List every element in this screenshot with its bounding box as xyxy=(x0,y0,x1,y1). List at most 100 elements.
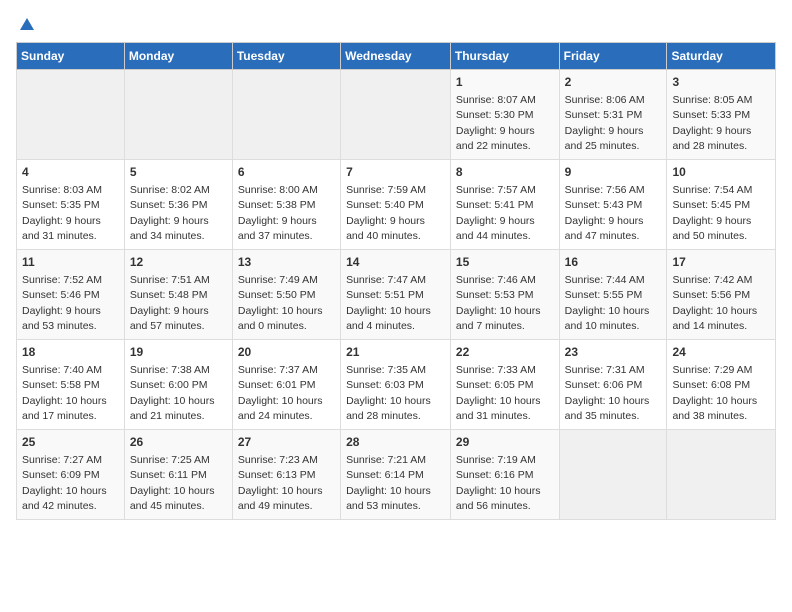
day-number: 2 xyxy=(565,74,662,91)
day-cell: 1Sunrise: 8:07 AM Sunset: 5:30 PM Daylig… xyxy=(450,70,559,160)
day-cell: 24 Sunrise: 7:29 AM Sunset: 6:08 PM Dayli… xyxy=(667,340,776,430)
day-cell xyxy=(17,70,125,160)
day-cell: 7 Sunrise: 7:59 AM Sunset: 5:40 PM Daylig… xyxy=(341,160,451,250)
day-number: 25 xyxy=(22,434,119,451)
page-header xyxy=(16,16,776,34)
day-cell: 10Sunrise: 7:54 AM Sunset: 5:45 PM Dayli… xyxy=(667,160,776,250)
day-cell: 21 Sunrise: 7:35 AM Sunset: 6:03 PM Dayli… xyxy=(341,340,451,430)
calendar-table: SundayMondayTuesdayWednesdayThursdayFrid… xyxy=(16,42,776,520)
day-info: Sunrise: 7:29 AM Sunset: 6:08 PM Dayligh… xyxy=(672,364,757,422)
day-number: 17 xyxy=(672,254,770,271)
day-cell xyxy=(667,430,776,520)
day-number: 18 xyxy=(22,344,119,361)
day-cell: 9 Sunrise: 7:56 AM Sunset: 5:43 PM Daylig… xyxy=(559,160,667,250)
day-info: Sunrise: 7:31 AM Sunset: 6:06 PM Dayligh… xyxy=(565,364,650,422)
day-cell xyxy=(124,70,232,160)
day-number: 13 xyxy=(238,254,335,271)
day-number: 11 xyxy=(22,254,119,271)
day-info: Sunrise: 7:40 AM Sunset: 5:58 PM Dayligh… xyxy=(22,364,107,422)
day-info: Sunrise: 7:42 AM Sunset: 5:56 PM Dayligh… xyxy=(672,274,757,332)
day-cell: 13 Sunrise: 7:49 AM Sunset: 5:50 PM Dayli… xyxy=(232,250,340,340)
day-number: 4 xyxy=(22,164,119,181)
day-number: 15 xyxy=(456,254,554,271)
week-row-4: 18 Sunrise: 7:40 AM Sunset: 5:58 PM Dayli… xyxy=(17,340,776,430)
day-info: Sunrise: 7:49 AM Sunset: 5:50 PM Dayligh… xyxy=(238,274,323,332)
day-number: 12 xyxy=(130,254,227,271)
week-row-5: 25Sunrise: 7:27 AM Sunset: 6:09 PM Dayli… xyxy=(17,430,776,520)
day-info: Sunrise: 8:03 AM Sunset: 5:35 PM Dayligh… xyxy=(22,184,102,242)
day-cell: 18 Sunrise: 7:40 AM Sunset: 5:58 PM Dayli… xyxy=(17,340,125,430)
day-info: Sunrise: 7:52 AM Sunset: 5:46 PM Dayligh… xyxy=(22,274,102,332)
day-info: Sunrise: 7:46 AM Sunset: 5:53 PM Dayligh… xyxy=(456,274,541,332)
day-cell: 16 Sunrise: 7:44 AM Sunset: 5:55 PM Dayli… xyxy=(559,250,667,340)
day-cell: 3 Sunrise: 8:05 AM Sunset: 5:33 PM Daylig… xyxy=(667,70,776,160)
day-info: Sunrise: 7:37 AM Sunset: 6:01 PM Dayligh… xyxy=(238,364,323,422)
day-info: Sunrise: 7:25 AM Sunset: 6:11 PM Dayligh… xyxy=(130,454,215,512)
day-info: Sunrise: 7:23 AM Sunset: 6:13 PM Dayligh… xyxy=(238,454,323,512)
day-number: 14 xyxy=(346,254,445,271)
day-cell: 26 Sunrise: 7:25 AM Sunset: 6:11 PM Dayli… xyxy=(124,430,232,520)
day-cell: 25Sunrise: 7:27 AM Sunset: 6:09 PM Dayli… xyxy=(17,430,125,520)
day-cell: 20 Sunrise: 7:37 AM Sunset: 6:01 PM Dayli… xyxy=(232,340,340,430)
day-number: 3 xyxy=(672,74,770,91)
column-header-thursday: Thursday xyxy=(450,43,559,70)
day-cell: 4 Sunrise: 8:03 AM Sunset: 5:35 PM Daylig… xyxy=(17,160,125,250)
day-number: 19 xyxy=(130,344,227,361)
week-row-3: 11 Sunrise: 7:52 AM Sunset: 5:46 PM Dayli… xyxy=(17,250,776,340)
day-cell: 15 Sunrise: 7:46 AM Sunset: 5:53 PM Dayli… xyxy=(450,250,559,340)
day-cell xyxy=(559,430,667,520)
week-row-2: 4 Sunrise: 8:03 AM Sunset: 5:35 PM Daylig… xyxy=(17,160,776,250)
column-header-wednesday: Wednesday xyxy=(341,43,451,70)
day-cell: 22 Sunrise: 7:33 AM Sunset: 6:05 PM Dayli… xyxy=(450,340,559,430)
day-number: 26 xyxy=(130,434,227,451)
day-cell: 5 Sunrise: 8:02 AM Sunset: 5:36 PM Daylig… xyxy=(124,160,232,250)
day-number: 7 xyxy=(346,164,445,181)
day-number: 1 xyxy=(456,74,554,91)
day-info: Sunrise: 7:33 AM Sunset: 6:05 PM Dayligh… xyxy=(456,364,541,422)
day-info: Sunrise: 7:44 AM Sunset: 5:55 PM Dayligh… xyxy=(565,274,650,332)
day-number: 20 xyxy=(238,344,335,361)
header-row: SundayMondayTuesdayWednesdayThursdayFrid… xyxy=(17,43,776,70)
day-info: Sunrise: 7:35 AM Sunset: 6:03 PM Dayligh… xyxy=(346,364,431,422)
day-info: Sunrise: 7:57 AM Sunset: 5:41 PM Dayligh… xyxy=(456,184,536,242)
day-cell: 23 Sunrise: 7:31 AM Sunset: 6:06 PM Dayli… xyxy=(559,340,667,430)
day-info: Sunrise: 7:19 AM Sunset: 6:16 PM Dayligh… xyxy=(456,454,541,512)
column-header-monday: Monday xyxy=(124,43,232,70)
day-cell: 2 Sunrise: 8:06 AM Sunset: 5:31 PM Daylig… xyxy=(559,70,667,160)
day-number: 24 xyxy=(672,344,770,361)
day-info: Sunrise: 8:05 AM Sunset: 5:33 PM Dayligh… xyxy=(672,94,752,152)
day-info: Sunrise: 7:38 AM Sunset: 6:00 PM Dayligh… xyxy=(130,364,215,422)
day-info: Sunrise: 7:59 AM Sunset: 5:40 PM Dayligh… xyxy=(346,184,426,242)
day-number: 16 xyxy=(565,254,662,271)
day-info: Sunrise: 7:47 AM Sunset: 5:51 PM Dayligh… xyxy=(346,274,431,332)
day-number: 5 xyxy=(130,164,227,181)
day-cell: 29 Sunrise: 7:19 AM Sunset: 6:16 PM Dayli… xyxy=(450,430,559,520)
day-number: 8 xyxy=(456,164,554,181)
day-number: 28 xyxy=(346,434,445,451)
column-header-sunday: Sunday xyxy=(17,43,125,70)
day-number: 21 xyxy=(346,344,445,361)
day-info: Sunrise: 8:00 AM Sunset: 5:38 PM Dayligh… xyxy=(238,184,318,242)
day-number: 23 xyxy=(565,344,662,361)
day-info: Sunrise: 7:56 AM Sunset: 5:43 PM Dayligh… xyxy=(565,184,645,242)
day-number: 10 xyxy=(672,164,770,181)
logo xyxy=(16,16,36,34)
day-info: Sunrise: 7:21 AM Sunset: 6:14 PM Dayligh… xyxy=(346,454,431,512)
column-header-tuesday: Tuesday xyxy=(232,43,340,70)
day-info: Sunrise: 8:06 AM Sunset: 5:31 PM Dayligh… xyxy=(565,94,645,152)
day-number: 9 xyxy=(565,164,662,181)
day-number: 27 xyxy=(238,434,335,451)
day-cell: 27 Sunrise: 7:23 AM Sunset: 6:13 PM Dayli… xyxy=(232,430,340,520)
day-cell: 6 Sunrise: 8:00 AM Sunset: 5:38 PM Daylig… xyxy=(232,160,340,250)
day-number: 29 xyxy=(456,434,554,451)
day-cell: 11 Sunrise: 7:52 AM Sunset: 5:46 PM Dayli… xyxy=(17,250,125,340)
day-cell: 28 Sunrise: 7:21 AM Sunset: 6:14 PM Dayli… xyxy=(341,430,451,520)
column-header-saturday: Saturday xyxy=(667,43,776,70)
day-number: 6 xyxy=(238,164,335,181)
day-cell: 17 Sunrise: 7:42 AM Sunset: 5:56 PM Dayli… xyxy=(667,250,776,340)
day-cell xyxy=(341,70,451,160)
day-info: Sunrise: 8:02 AM Sunset: 5:36 PM Dayligh… xyxy=(130,184,210,242)
day-info: Sunrise: 7:51 AM Sunset: 5:48 PM Dayligh… xyxy=(130,274,210,332)
week-row-1: 1Sunrise: 8:07 AM Sunset: 5:30 PM Daylig… xyxy=(17,70,776,160)
day-number: 22 xyxy=(456,344,554,361)
